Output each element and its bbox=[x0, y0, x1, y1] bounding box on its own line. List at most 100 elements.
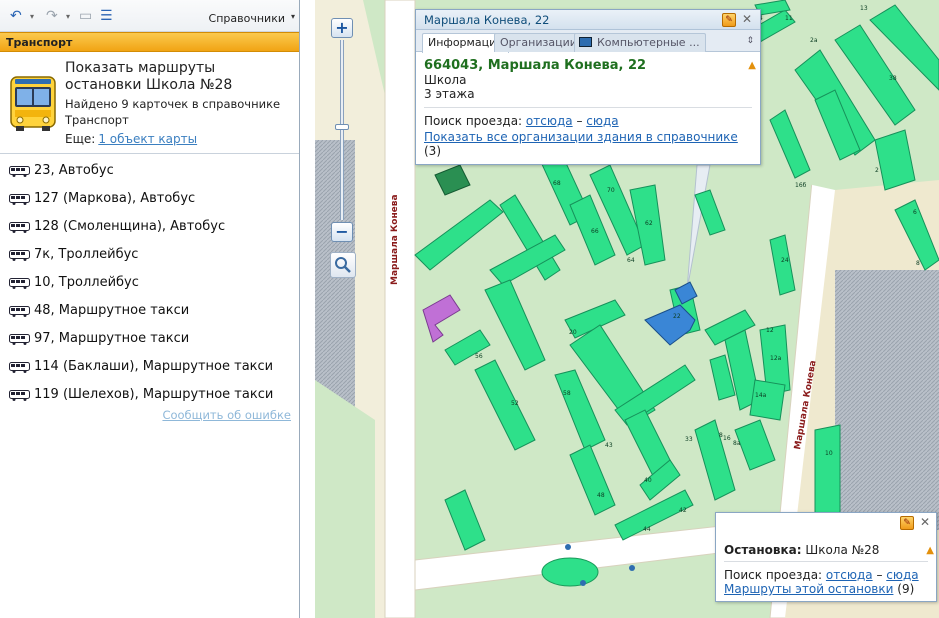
warning-icon[interactable]: ▲ bbox=[926, 545, 934, 556]
zoom-slider-thumb[interactable] bbox=[335, 124, 349, 130]
building-number-label: 2 bbox=[875, 167, 879, 174]
building-number-label: 38 bbox=[889, 75, 897, 82]
chevron-down-icon[interactable]: ▾ bbox=[30, 12, 34, 21]
route-label: 10, Троллейбус bbox=[34, 275, 139, 290]
bus-stop-icon[interactable] bbox=[580, 580, 586, 586]
close-icon[interactable]: ✕ bbox=[920, 515, 930, 529]
route-label: 128 (Смоленщина), Автобус bbox=[34, 219, 226, 234]
chevron-down-icon[interactable]: ▾ bbox=[66, 12, 70, 21]
from-here-link[interactable]: отсюда bbox=[826, 568, 873, 582]
building-number-label: 40 bbox=[644, 477, 652, 484]
more-map-object-link[interactable]: 1 объект карты bbox=[98, 132, 197, 146]
route-search: Поиск проезда: отсюда – сюда bbox=[416, 114, 760, 128]
to-here-link[interactable]: сюда bbox=[886, 568, 918, 582]
stop-routes-link[interactable]: Маршруты этой остановки bbox=[724, 582, 893, 596]
building-number-label: 64 bbox=[627, 257, 635, 264]
route-item[interactable]: 114 (Баклаши), Маршрутное такси bbox=[0, 354, 299, 382]
popup-header: ✎ ✕ bbox=[716, 513, 936, 533]
tab-computer[interactable]: Компьютерные ... bbox=[574, 33, 706, 52]
more-label: Еще: bbox=[65, 132, 96, 146]
roundabout bbox=[541, 557, 599, 587]
building-number-label: 16 bbox=[723, 435, 731, 442]
magnifier-icon[interactable] bbox=[330, 252, 356, 278]
route-search: Поиск проезда: отсюда – сюда bbox=[716, 568, 936, 582]
building-number-label: 13 bbox=[860, 5, 868, 12]
zoom-slider-track[interactable] bbox=[335, 40, 349, 220]
bus-icon bbox=[9, 390, 30, 401]
toolbar: ↶ ▾ ↷ ▾ ▭ ☰ Справочники ▾ bbox=[0, 0, 299, 32]
stop-label: Остановка: bbox=[724, 543, 802, 557]
tab-organizations[interactable]: Организации bbox=[494, 33, 583, 52]
forward-arrow-icon[interactable]: ↷ bbox=[46, 9, 58, 23]
bus-icon bbox=[9, 334, 30, 345]
building-number-label: 11 bbox=[785, 15, 793, 22]
chevron-down-icon[interactable]: ⇕ bbox=[746, 36, 754, 46]
route-item[interactable]: 23, Автобус bbox=[0, 158, 299, 186]
route-search-label: Поиск проезда: bbox=[424, 114, 523, 128]
map-view[interactable]: Маршала Конева Маршала Конева 68 70 66 64 62… bbox=[315, 0, 939, 618]
report-error-link[interactable]: Сообщить об ошибке bbox=[162, 408, 291, 422]
building-number-label: 58 bbox=[563, 390, 571, 397]
layout-icon[interactable]: ☰ bbox=[100, 9, 113, 23]
building-number-label: 24 bbox=[781, 257, 789, 264]
back-arrow-icon[interactable]: ↶ bbox=[10, 9, 22, 23]
route-item[interactable]: 128 (Смоленщина), Автобус bbox=[0, 214, 299, 242]
close-icon[interactable]: ✕ bbox=[742, 12, 752, 26]
pin-icon[interactable]: ✎ bbox=[722, 13, 736, 27]
route-item[interactable]: 97, Маршрутное такси bbox=[0, 326, 299, 354]
street-label-marshala-koneva: Маршала Конева bbox=[390, 194, 400, 285]
building-number-label: 20 bbox=[569, 329, 577, 336]
bus-stop-icon[interactable] bbox=[629, 565, 635, 571]
building-number-label: 44 bbox=[643, 526, 651, 533]
divider bbox=[424, 107, 752, 108]
industrial-area bbox=[835, 270, 939, 530]
section-title: Транспорт bbox=[0, 32, 299, 52]
building-number-label: 10 bbox=[825, 450, 833, 457]
route-item[interactable]: 127 (Маркова), Автобус bbox=[0, 186, 299, 214]
bus-icon bbox=[9, 306, 30, 317]
chevron-down-icon[interactable]: ▾ bbox=[291, 12, 295, 21]
print-icon[interactable]: ▭ bbox=[79, 9, 92, 23]
route-item[interactable]: 48, Маршрутное такси bbox=[0, 298, 299, 326]
building-number-label: 6 bbox=[913, 209, 917, 216]
bus-stop-icon[interactable] bbox=[565, 544, 571, 550]
divider bbox=[724, 561, 928, 562]
bus-icon bbox=[9, 194, 30, 205]
info-card: Показать маршруты остановки Школа №28 На… bbox=[0, 52, 299, 154]
warning-icon[interactable]: ▲ bbox=[748, 60, 756, 71]
route-item[interactable]: 119 (Шелехов), Маршрутное такси bbox=[0, 382, 299, 410]
route-label: 7к, Троллейбус bbox=[34, 247, 139, 262]
route-search-label: Поиск проезда: bbox=[724, 568, 823, 582]
building-number-label: 66 bbox=[591, 228, 599, 235]
zoom-out-button[interactable]: − bbox=[331, 222, 353, 242]
bus-icon bbox=[9, 278, 30, 289]
building-number-label: 8 bbox=[719, 432, 723, 439]
route-label: 97, Маршрутное такси bbox=[34, 331, 190, 346]
to-here-link[interactable]: сюда bbox=[586, 114, 618, 128]
stop-name: Школа №28 bbox=[805, 543, 880, 557]
building-number-label: 70 bbox=[607, 187, 615, 194]
stop-routes-count: (9) bbox=[897, 582, 915, 596]
computer-icon bbox=[579, 37, 592, 47]
street-marshala-koneva-west bbox=[384, 0, 416, 618]
dash: – bbox=[876, 568, 883, 582]
building-number-label: 8 bbox=[916, 260, 920, 267]
route-item[interactable]: 10, Троллейбус bbox=[0, 270, 299, 298]
tab-computer-label: Компьютерные ... bbox=[597, 36, 700, 49]
show-all-orgs-link[interactable]: Показать все организации здания в справо… bbox=[424, 130, 738, 144]
building-number-label: 33 bbox=[685, 436, 693, 443]
building-number-label: 8а bbox=[733, 440, 741, 447]
building-number-label: 62 bbox=[645, 220, 653, 227]
zoom-in-button[interactable]: + bbox=[331, 18, 353, 38]
directories-menu[interactable]: Справочники bbox=[209, 12, 285, 25]
card-title: Показать маршруты остановки Школа №28 bbox=[65, 60, 233, 93]
route-item[interactable]: 7к, Троллейбус bbox=[0, 242, 299, 270]
bus-icon bbox=[10, 76, 56, 131]
building-number-label: 52 bbox=[511, 400, 519, 407]
from-here-link[interactable]: отсюда bbox=[526, 114, 573, 128]
popup-title: Маршала Конева, 22 bbox=[424, 13, 550, 27]
popup-floors: 3 этажа bbox=[424, 87, 475, 101]
popup-header: Маршала Конева, 22 ✎ ✕ bbox=[416, 10, 760, 30]
building-number-label: 12 bbox=[766, 327, 774, 334]
pin-icon[interactable]: ✎ bbox=[900, 516, 914, 530]
